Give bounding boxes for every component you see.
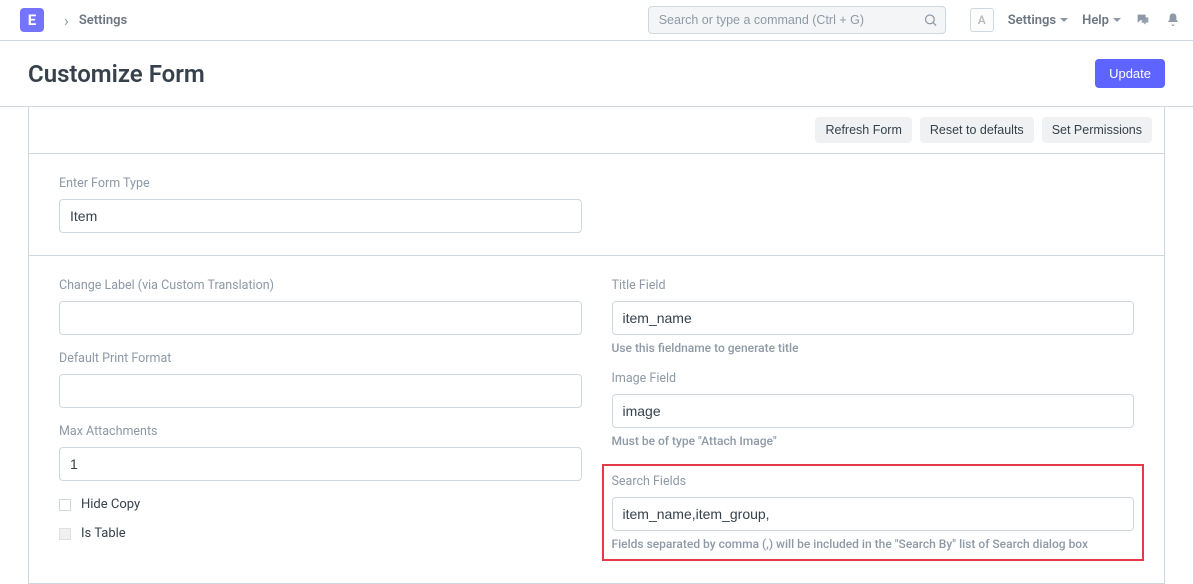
title-field-input[interactable] — [612, 301, 1135, 335]
search-input[interactable] — [648, 6, 946, 34]
image-field-input[interactable] — [612, 394, 1135, 428]
search-fields-help: Fields separated by comma (,) will be in… — [612, 537, 1135, 551]
max-attachments-label: Max Attachments — [59, 424, 582, 439]
title-field-label: Title Field — [612, 278, 1135, 293]
nav-settings-label: Settings — [1008, 13, 1056, 28]
search-fields-label: Search Fields — [612, 474, 1135, 489]
hide-copy-checkbox[interactable] — [59, 499, 71, 511]
reset-defaults-button[interactable]: Reset to defaults — [920, 117, 1034, 143]
bell-icon[interactable] — [1165, 12, 1181, 28]
form-type-label: Enter Form Type — [59, 176, 582, 191]
section-form-type: Enter Form Type — [28, 153, 1165, 256]
field-form-type: Enter Form Type — [59, 176, 582, 233]
page-head: Customize Form Update — [0, 41, 1193, 107]
section-properties: Change Label (via Custom Translation) De… — [28, 256, 1165, 584]
avatar[interactable]: A — [970, 8, 994, 32]
update-button[interactable]: Update — [1095, 59, 1165, 88]
navbar: E › Settings A Settings Help — [0, 0, 1193, 41]
brand-logo[interactable]: E — [20, 8, 44, 32]
actions-row: Refresh Form Reset to defaults Set Permi… — [28, 107, 1165, 153]
field-max-attachments: Max Attachments — [59, 424, 582, 481]
search-fields-input[interactable] — [612, 497, 1135, 531]
image-field-label: Image Field — [612, 371, 1135, 386]
breadcrumb-separator: › — [64, 11, 69, 30]
search-fields-highlight: Search Fields Fields separated by comma … — [602, 464, 1145, 561]
right-column: Title Field Use this fieldname to genera… — [612, 278, 1135, 561]
left-column: Change Label (via Custom Translation) De… — [59, 278, 582, 561]
max-attachments-input[interactable] — [59, 447, 582, 481]
nav-help-dropdown[interactable]: Help — [1082, 13, 1121, 28]
default-print-format-label: Default Print Format — [59, 351, 582, 366]
chat-icon[interactable] — [1135, 12, 1151, 28]
set-permissions-button[interactable]: Set Permissions — [1042, 117, 1152, 143]
search-wrap — [648, 6, 946, 34]
hide-copy-label: Hide Copy — [81, 497, 140, 512]
page-title: Customize Form — [28, 60, 205, 88]
field-change-label: Change Label (via Custom Translation) — [59, 278, 582, 335]
breadcrumb-settings[interactable]: Settings — [79, 13, 127, 28]
field-title-field: Title Field Use this fieldname to genera… — [612, 278, 1135, 355]
chevron-down-icon — [1113, 18, 1121, 22]
nav-right: A Settings Help — [648, 6, 1181, 34]
field-search-fields: Search Fields Fields separated by comma … — [612, 474, 1135, 551]
search-icon — [923, 13, 938, 28]
form-type-input[interactable] — [59, 199, 582, 233]
field-hide-copy[interactable]: Hide Copy — [59, 497, 582, 512]
default-print-format-input[interactable] — [59, 374, 582, 408]
change-label-label: Change Label (via Custom Translation) — [59, 278, 582, 293]
image-field-help: Must be of type "Attach Image" — [612, 434, 1135, 448]
refresh-form-button[interactable]: Refresh Form — [815, 117, 911, 143]
nav-help-label: Help — [1082, 13, 1109, 28]
is-table-checkbox — [59, 528, 71, 540]
nav-left: E › Settings — [0, 8, 648, 32]
nav-settings-dropdown[interactable]: Settings — [1008, 13, 1068, 28]
form-container: Refresh Form Reset to defaults Set Permi… — [0, 107, 1193, 584]
field-default-print-format: Default Print Format — [59, 351, 582, 408]
change-label-input[interactable] — [59, 301, 582, 335]
field-image-field: Image Field Must be of type "Attach Imag… — [612, 371, 1135, 448]
title-field-help: Use this fieldname to generate title — [612, 341, 1135, 355]
chevron-down-icon — [1060, 18, 1068, 22]
